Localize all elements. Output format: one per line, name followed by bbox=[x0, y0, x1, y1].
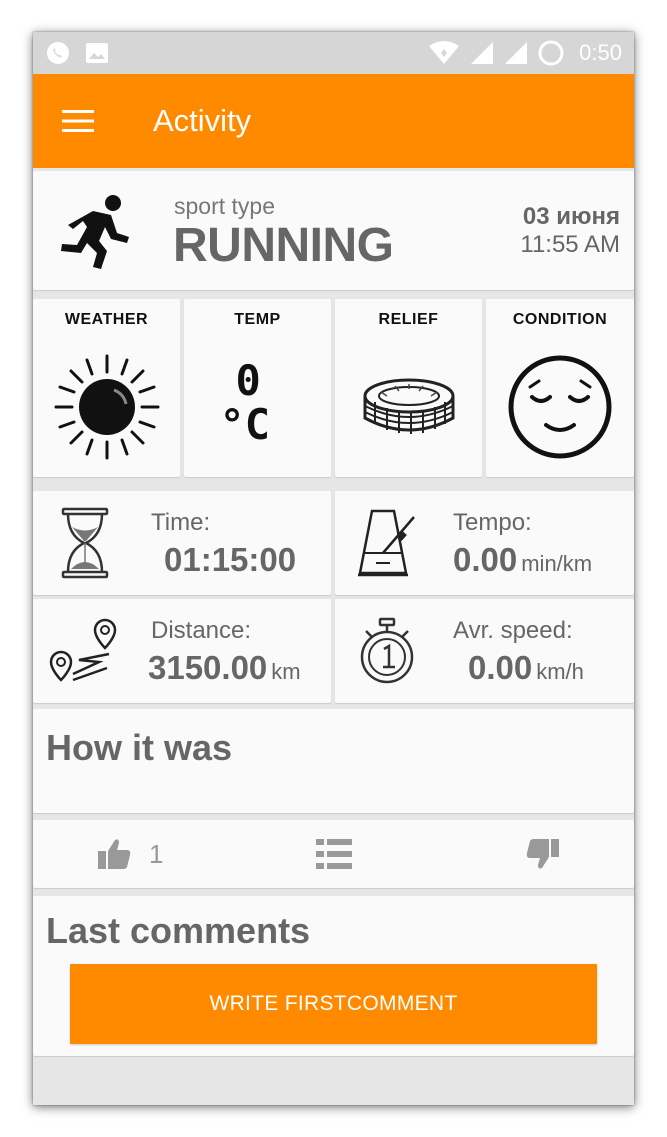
hamburger-menu-icon bbox=[62, 110, 94, 132]
tempo-stat-card: Tempo: 0.00 min/km bbox=[335, 491, 634, 595]
app-bar: Activity bbox=[33, 74, 634, 168]
image-icon bbox=[86, 43, 108, 63]
runner-icon bbox=[61, 195, 129, 269]
distance-unit: km bbox=[271, 659, 301, 684]
list-button[interactable] bbox=[316, 820, 352, 888]
thumbs-up-icon bbox=[98, 839, 131, 869]
loading-circle-icon bbox=[538, 40, 564, 66]
sport-type-label: sport type bbox=[174, 193, 275, 219]
sun-icon bbox=[54, 354, 159, 460]
celsius-icon: 0 °C bbox=[184, 347, 331, 467]
weather-label: WEATHER bbox=[64, 311, 149, 328]
temp-label: TEMP bbox=[234, 311, 281, 328]
status-bar: 0:50 bbox=[33, 32, 634, 74]
whatsapp-icon bbox=[47, 42, 69, 64]
time-value: 01:15:00 bbox=[164, 541, 297, 578]
stopwatch-icon bbox=[360, 617, 414, 684]
speed-label: Avr. speed: bbox=[453, 617, 573, 644]
hourglass-icon bbox=[61, 507, 109, 579]
dislike-button[interactable] bbox=[526, 820, 560, 888]
tempo-unit: min/km bbox=[521, 551, 593, 576]
speed-unit: km/h bbox=[536, 659, 584, 684]
signal-icon bbox=[505, 42, 528, 64]
vote-bar: 1 bbox=[33, 820, 634, 888]
status-time: 0:50 bbox=[579, 40, 622, 65]
sport-type-value: RUNNING bbox=[173, 219, 394, 272]
distance-value-line: 3150.00 km bbox=[148, 649, 301, 687]
time-stat-card: Time: 01:15:00 bbox=[33, 491, 331, 595]
tempo-label: Tempo: bbox=[453, 509, 532, 536]
activity-time: 11:55 AM bbox=[520, 231, 620, 258]
activity-date: 03 июня bbox=[522, 203, 620, 230]
tempo-value: 0.00 bbox=[453, 541, 518, 578]
review-title: How it was bbox=[46, 727, 233, 768]
like-count: 1 bbox=[149, 838, 164, 869]
route-icon bbox=[49, 618, 117, 682]
condition-card[interactable]: CONDITION bbox=[486, 299, 634, 477]
phone-screen: 0:50 Activity sport type RUNNING 03 июня… bbox=[33, 32, 634, 1105]
relief-card[interactable]: RELIEF bbox=[335, 299, 482, 477]
comments-title: Last comments bbox=[46, 910, 311, 951]
thumbs-down-icon bbox=[526, 839, 559, 869]
weather-card[interactable]: WEATHER bbox=[33, 299, 180, 477]
sport-type-card: sport type RUNNING 03 июня 11:55 AM bbox=[33, 171, 634, 290]
wifi-icon bbox=[429, 41, 460, 64]
speed-value-line: 0.00 km/h bbox=[468, 649, 584, 687]
temp-value: 0 bbox=[235, 356, 261, 405]
stadium-icon bbox=[363, 378, 454, 434]
tempo-value-line: 0.00 min/km bbox=[453, 541, 592, 579]
review-card: How it was bbox=[33, 709, 634, 813]
menu-button[interactable] bbox=[33, 74, 123, 168]
distance-value: 3150.00 bbox=[148, 649, 268, 686]
list-icon bbox=[316, 839, 352, 869]
calm-face-icon bbox=[508, 355, 612, 459]
temp-unit: °C bbox=[219, 400, 271, 449]
relief-label: RELIEF bbox=[378, 311, 439, 328]
like-button[interactable]: 1 bbox=[97, 820, 163, 888]
metronome-icon bbox=[358, 509, 415, 577]
time-label: Time: bbox=[151, 509, 211, 536]
page-title: Activity bbox=[153, 103, 252, 138]
comments-card: Last comments WRITE FIRSTCOMMENT bbox=[33, 896, 634, 1056]
speed-value: 0.00 bbox=[468, 649, 533, 686]
distance-stat-card: Distance: 3150.00 km bbox=[33, 599, 331, 703]
distance-label: Distance: bbox=[151, 617, 252, 644]
temp-card[interactable]: TEMP 0 °C bbox=[184, 299, 331, 477]
speed-stat-card: Avr. speed: 0.00 km/h bbox=[335, 599, 634, 703]
condition-label: CONDITION bbox=[512, 311, 608, 328]
write-comment-button[interactable]: WRITE FIRSTCOMMENT bbox=[70, 964, 597, 1044]
signal-icon bbox=[471, 42, 494, 64]
